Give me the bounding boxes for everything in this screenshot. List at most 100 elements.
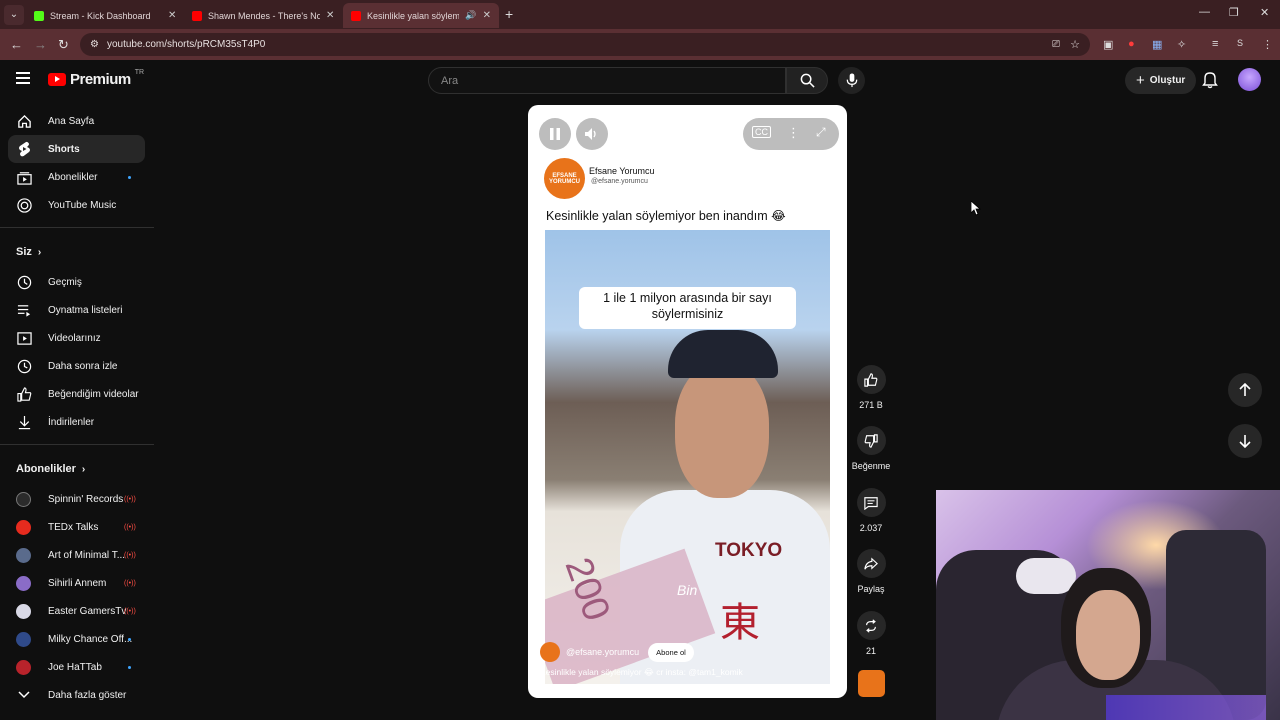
close-window-icon[interactable]: ✕ (1260, 6, 1269, 19)
video-person-face (675, 363, 769, 498)
youtube-premium-logo[interactable]: Premium TR (48, 69, 144, 88)
extension-icon[interactable]: ▣ (1103, 38, 1113, 51)
media-controls-icon[interactable]: ≡ (1212, 38, 1218, 50)
site-info-icon[interactable]: ⚙ (90, 39, 99, 50)
pause-button[interactable] (539, 118, 571, 150)
sidebar-item-subscription[interactable]: Spinnin' Records ((•)) (0, 485, 154, 513)
sidebar-heading-you[interactable]: Siz › (0, 236, 154, 268)
audio-playing-icon[interactable]: 🔊 (465, 10, 476, 21)
dislike-button[interactable]: Beğenme (850, 426, 892, 471)
channel-handle: @efsane.yorumcu (591, 178, 648, 185)
more-options-icon[interactable]: ⋮ (787, 125, 800, 141)
sidebar-item-subscription[interactable]: TEDx Talks ((•)) (0, 513, 154, 541)
sidebar-item-label: Oynatma listeleri (48, 304, 123, 316)
sidebar-item-subscription[interactable]: Easter GamersTv ((•)) (0, 597, 154, 625)
chevron-right-icon: › (81, 463, 86, 475)
tab-search-icon[interactable]: ⌄ (4, 4, 24, 25)
youtube-header: Premium TR Ara + Oluştur (0, 60, 1280, 100)
heading-label: Abonelikler (16, 463, 76, 475)
sidebar-item-label: Daha sonra izle (48, 360, 118, 372)
channel-name[interactable]: Efsane Yorumcu (589, 166, 655, 176)
sidebar-item-subscription[interactable]: Sihirli Annem ((•)) (0, 569, 154, 597)
voice-search-button[interactable] (838, 67, 865, 94)
search-button[interactable] (786, 67, 828, 94)
close-tab-icon[interactable]: ✕ (168, 10, 176, 21)
captions-icon[interactable]: CC (752, 126, 771, 138)
back-icon[interactable]: ← (10, 37, 23, 52)
channel-handle[interactable]: @efsane.yorumcu (566, 647, 639, 657)
channel-avatar[interactable]: EFSANE YORUMCU (544, 158, 585, 199)
maximize-icon[interactable]: ❐ (1229, 6, 1239, 19)
new-tab-icon[interactable]: + (505, 6, 513, 22)
sidebar-item-label: YouTube Music (48, 199, 117, 211)
sidebar-item-label: Spinnin' Records (48, 493, 124, 505)
sidebar-item-label: Ana Sayfa (48, 115, 95, 127)
channel-avatar[interactable] (540, 642, 560, 662)
shorts-player[interactable]: CC ⋮ ⤢ EFSANE YORUMCU Efsane Yorumcu @ef… (528, 105, 847, 698)
search-input[interactable]: Ara (428, 67, 786, 94)
remix-count: 21 (865, 646, 876, 656)
browser-toolbar: ← → ↻ ⚙ youtube.com/shorts/pRCM35sT4P0 ⎚… (0, 29, 1280, 60)
remix-button[interactable]: 21 (850, 611, 892, 656)
sidebar-item-watch-later[interactable]: Daha sonra izle (0, 352, 154, 380)
audio-source-thumbnail[interactable] (858, 670, 885, 697)
sidebar-item-label: Art of Minimal T... (48, 549, 126, 561)
sidebar-item-playlists[interactable]: Oynatma listeleri (0, 296, 154, 324)
like-button[interactable]: 271 B (850, 365, 892, 410)
translate-extension-icon[interactable]: ▦ (1152, 38, 1162, 51)
extensions-puzzle-icon[interactable]: ✧ (1177, 38, 1186, 51)
heading-label: Siz (16, 246, 32, 258)
browser-tab-shorts[interactable]: Kesinlikle yalan söylemiyor ( 🔊 ✕ (343, 3, 499, 28)
account-avatar[interactable] (1238, 68, 1261, 91)
reload-icon[interactable]: ↻ (58, 37, 69, 53)
create-button[interactable]: + Oluştur (1125, 67, 1197, 94)
volume-icon (585, 128, 596, 140)
sidebar-item-shorts[interactable]: Shorts (8, 135, 145, 163)
profile-avatar[interactable]: S (1237, 38, 1243, 48)
sidebar-item-youtube-music[interactable]: YouTube Music (0, 191, 154, 219)
video-description[interactable]: Kesinlikle yalan söylemiyor 😂 cr insta: … (540, 667, 743, 678)
forward-icon[interactable]: → (34, 37, 47, 52)
share-button[interactable]: Paylaş (850, 549, 892, 594)
next-short-button[interactable] (1228, 424, 1262, 458)
video-frame[interactable]: TOKYO 東 200 1 ile 1 milyon arasında bir … (545, 230, 830, 684)
address-bar[interactable]: ⚙ youtube.com/shorts/pRCM35sT4P0 ⎚ ☆ (80, 33, 1090, 56)
sidebar-heading-subscriptions[interactable]: Abonelikler › (0, 453, 154, 485)
guide-menu-icon[interactable] (16, 72, 30, 87)
sidebar-item-subscription[interactable]: Joe HaTTab (0, 653, 154, 681)
minimize-icon[interactable]: — (1199, 6, 1210, 18)
dislike-label: Beğenme (851, 461, 891, 471)
volume-button[interactable] (576, 118, 608, 150)
webcam-plush-toy (1016, 558, 1076, 594)
webcam-person-face (1076, 590, 1140, 680)
browser-tab-shawn-mendes[interactable]: Shawn Mendes - There's Nothi ✕ (184, 3, 342, 28)
sidebar-item-subscription[interactable]: Art of Minimal T... ((•)) (0, 541, 154, 569)
new-content-dot (128, 637, 131, 641)
sidebar-item-history[interactable]: Geçmiş (0, 268, 154, 296)
sidebar-item-liked-videos[interactable]: Beğendiğim videolar (0, 380, 154, 408)
sidebar-show-more[interactable]: Daha fazla göster (0, 681, 154, 709)
sidebar-item-subscriptions[interactable]: Abonelikler (0, 163, 154, 191)
cast-icon[interactable]: ⎚ (1052, 39, 1060, 50)
recorder-extension-icon[interactable]: ● (1128, 38, 1135, 50)
subscribe-button[interactable]: Abone ol (648, 642, 694, 662)
sidebar-item-label: Geçmiş (48, 276, 82, 288)
browser-menu-icon[interactable]: ⋮ (1262, 38, 1273, 51)
search-icon (800, 73, 815, 88)
close-tab-icon[interactable]: ✕ (483, 10, 491, 21)
comments-button[interactable]: 2.037 (850, 488, 892, 533)
music-icon (16, 197, 32, 213)
sidebar-item-your-videos[interactable]: Videolarınız (0, 324, 154, 352)
download-icon (16, 414, 32, 430)
sidebar-item-downloads[interactable]: İndirilenler (0, 408, 154, 436)
bookmark-star-icon[interactable]: ☆ (1070, 38, 1080, 51)
sidebar-item-home[interactable]: Ana Sayfa (0, 107, 154, 135)
webcam-led-strip (1106, 695, 1266, 720)
home-icon (16, 113, 32, 129)
fullscreen-icon[interactable]: ⤢ (816, 125, 826, 140)
close-tab-icon[interactable]: ✕ (326, 10, 334, 21)
sidebar-item-subscription[interactable]: Milky Chance Off... (0, 625, 154, 653)
browser-tab-kick[interactable]: Stream - Kick Dashboard ✕ (26, 3, 184, 28)
previous-short-button[interactable] (1228, 373, 1262, 407)
notifications-bell-icon[interactable] (1202, 71, 1218, 94)
